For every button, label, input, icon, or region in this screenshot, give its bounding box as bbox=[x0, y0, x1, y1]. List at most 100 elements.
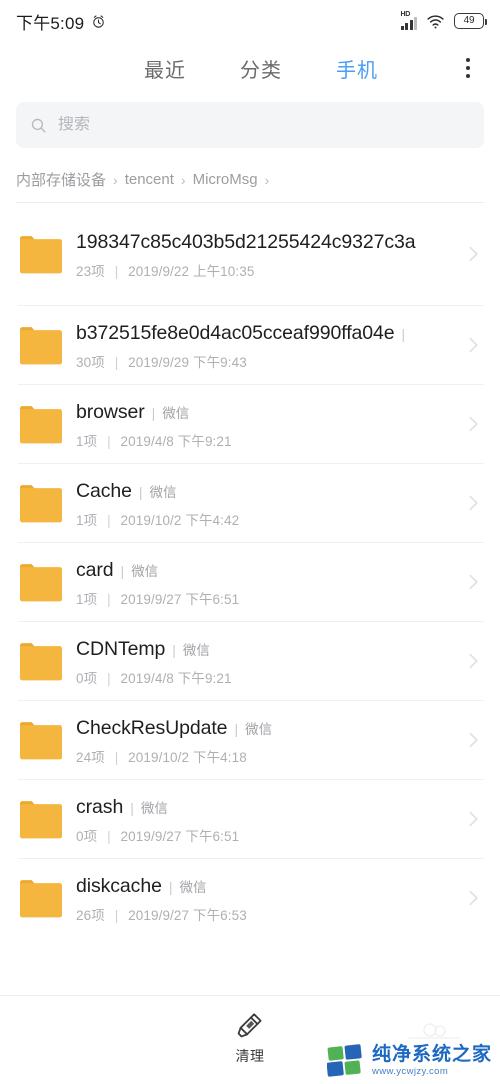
name-tag-separator: | bbox=[138, 483, 143, 500]
battery-level: 49 bbox=[463, 15, 475, 26]
name-tag-separator: | bbox=[151, 404, 156, 421]
file-name: crash bbox=[76, 795, 124, 818]
file-name: Cache bbox=[76, 479, 132, 502]
meta-separator: | bbox=[107, 670, 111, 686]
brush-icon bbox=[237, 1013, 262, 1038]
chevron-right-icon bbox=[469, 890, 478, 906]
folder-icon bbox=[18, 797, 62, 841]
breadcrumb-item-micromsg[interactable]: MicroMsg bbox=[193, 171, 258, 188]
file-item-count: 26项 bbox=[76, 907, 105, 923]
folder-icon bbox=[18, 639, 62, 683]
file-meta: 26项 | 2019/9/27 下午6:53 bbox=[76, 904, 452, 924]
file-item-count: 30项 bbox=[76, 354, 105, 370]
name-tag-separator: | bbox=[130, 799, 134, 816]
chevron-right-icon: › bbox=[180, 171, 186, 188]
file-name: card bbox=[76, 558, 114, 581]
meta-separator: | bbox=[114, 749, 119, 765]
file-meta: 23项 | 2019/9/22 上午10:35 bbox=[76, 260, 452, 280]
status-bar-left: 下午5:09 bbox=[16, 9, 106, 34]
file-row-info: CDNTemp | 微信 0项 | 2019/4/8 下午9:21 bbox=[76, 636, 462, 687]
file-row-info: crash | 微信 0项 | 2019/9/27 下午6:51 bbox=[76, 794, 462, 845]
file-row[interactable]: CDNTemp | 微信 0项 | 2019/4/8 下午9:21 bbox=[0, 622, 500, 700]
signal-bars bbox=[400, 16, 417, 30]
file-name: 198347c85c403b5d21255424c9327c3a bbox=[76, 230, 416, 253]
file-row[interactable]: crash | 微信 0项 | 2019/9/27 下午6:51 bbox=[0, 780, 500, 858]
file-meta: 1项 | 2019/9/27 下午6:51 bbox=[76, 588, 452, 608]
file-item-count: 23项 bbox=[76, 263, 105, 279]
file-app-tag: 微信 bbox=[179, 879, 207, 895]
meta-separator: | bbox=[107, 512, 111, 528]
file-row-info: CheckResUpdate | 微信 24项 | 2019/10/2 下午4:… bbox=[76, 715, 462, 766]
file-row[interactable]: browser | 微信 1项 | 2019/4/8 下午9:21 bbox=[0, 385, 500, 463]
status-time: 下午5:09 bbox=[16, 13, 85, 33]
folder-icon bbox=[18, 402, 62, 446]
chevron-right-icon bbox=[469, 653, 478, 669]
file-row[interactable]: b372515fe8e0d4ac05cceaf990ffa04e | 30项 |… bbox=[0, 306, 500, 384]
battery-indicator: 49 bbox=[454, 13, 487, 29]
search-section bbox=[0, 94, 500, 162]
chevron-right-icon bbox=[469, 811, 478, 827]
name-tag-separator: | bbox=[168, 878, 173, 895]
signal-bars-icon: HD bbox=[400, 10, 417, 30]
file-row[interactable]: diskcache | 微信 26项 | 2019/9/27 下午6:53 bbox=[0, 859, 500, 937]
tab-category[interactable]: 分类 bbox=[238, 52, 284, 85]
file-row-info: b372515fe8e0d4ac05cceaf990ffa04e | 30项 |… bbox=[76, 320, 462, 371]
file-modified-date: 2019/9/29 下午9:43 bbox=[128, 354, 247, 370]
file-modified-date: 2019/9/22 上午10:35 bbox=[128, 263, 255, 279]
breadcrumb-item-storage[interactable]: 内部存储设备 bbox=[16, 169, 106, 190]
file-name-line: diskcache | 微信 bbox=[76, 873, 452, 899]
search-input[interactable] bbox=[58, 116, 470, 134]
file-name: CDNTemp bbox=[76, 637, 166, 660]
file-app-tag: 微信 bbox=[131, 563, 159, 579]
clean-button[interactable]: 清理 bbox=[235, 1010, 265, 1066]
name-tag-separator: | bbox=[234, 720, 239, 737]
file-manager-screen: 下午5:09 HD 49 最近 分类 手机 搜索 内部存储设备 › tencen… bbox=[0, 0, 500, 1084]
file-item-count: 0项 bbox=[76, 828, 98, 844]
status-bar-right: HD 49 bbox=[400, 10, 487, 30]
meta-separator: | bbox=[114, 354, 119, 370]
file-row[interactable]: CheckResUpdate | 微信 24项 | 2019/10/2 下午4:… bbox=[0, 701, 500, 779]
file-name-line: crash | 微信 bbox=[76, 794, 452, 820]
file-name-line: Cache | 微信 bbox=[76, 478, 452, 504]
file-modified-date: 2019/9/27 下午6:53 bbox=[128, 907, 247, 923]
file-row-info: Cache | 微信 1项 | 2019/10/2 下午4:42 bbox=[76, 478, 462, 529]
meta-separator: | bbox=[107, 433, 111, 449]
file-modified-date: 2019/10/2 下午4:42 bbox=[120, 512, 240, 528]
file-name-line: browser | 微信 bbox=[76, 399, 452, 425]
file-item-count: 0项 bbox=[76, 670, 98, 686]
file-row-info: browser | 微信 1项 | 2019/4/8 下午9:21 bbox=[76, 399, 462, 450]
meta-separator: | bbox=[107, 591, 111, 607]
file-modified-date: 2019/10/2 下午4:18 bbox=[128, 749, 247, 765]
file-row[interactable]: Cache | 微信 1项 | 2019/10/2 下午4:42 bbox=[0, 464, 500, 542]
file-modified-date: 2019/9/27 下午6:51 bbox=[120, 828, 240, 844]
file-row[interactable]: 198347c85c403b5d21255424c9327c3a 23项 | 2… bbox=[0, 203, 500, 305]
file-meta: 0项 | 2019/9/27 下午6:51 bbox=[76, 825, 452, 845]
file-name: diskcache bbox=[76, 874, 162, 897]
chevron-right-icon bbox=[469, 495, 478, 511]
file-list[interactable]: 198347c85c403b5d21255424c9327c3a 23项 | 2… bbox=[0, 203, 500, 950]
chevron-right-icon bbox=[469, 574, 478, 590]
file-row-info: 198347c85c403b5d21255424c9327c3a 23项 | 2… bbox=[76, 229, 462, 280]
search-box[interactable] bbox=[16, 102, 484, 148]
file-app-tag: 微信 bbox=[149, 484, 177, 500]
alarm-clock-icon bbox=[93, 14, 105, 28]
meta-separator: | bbox=[107, 828, 111, 844]
chevron-right-icon bbox=[469, 416, 478, 432]
file-row[interactable]: card | 微信 1项 | 2019/9/27 下午6:51 bbox=[0, 543, 500, 621]
file-item-count: 24项 bbox=[76, 749, 105, 765]
file-app-tag: 微信 bbox=[140, 800, 168, 816]
folder-icon bbox=[18, 876, 62, 920]
tab-recent[interactable]: 最近 bbox=[142, 52, 188, 85]
tab-phone[interactable]: 手机 bbox=[334, 52, 380, 85]
status-bar: 下午5:09 HD 49 bbox=[0, 0, 500, 42]
file-modified-date: 2019/4/8 下午9:21 bbox=[120, 670, 232, 686]
file-modified-date: 2019/9/27 下午6:51 bbox=[120, 591, 240, 607]
file-app-tag: 微信 bbox=[245, 721, 273, 737]
breadcrumb-item-tencent[interactable]: tencent bbox=[125, 171, 174, 188]
file-name: browser bbox=[76, 400, 145, 423]
more-vertical-icon[interactable] bbox=[456, 54, 480, 82]
hd-label: HD bbox=[400, 10, 411, 18]
chevron-right-icon bbox=[469, 337, 478, 353]
file-meta: 30项 | 2019/9/29 下午9:43 bbox=[76, 351, 452, 371]
tab-list: 最近 分类 手机 bbox=[120, 52, 380, 85]
